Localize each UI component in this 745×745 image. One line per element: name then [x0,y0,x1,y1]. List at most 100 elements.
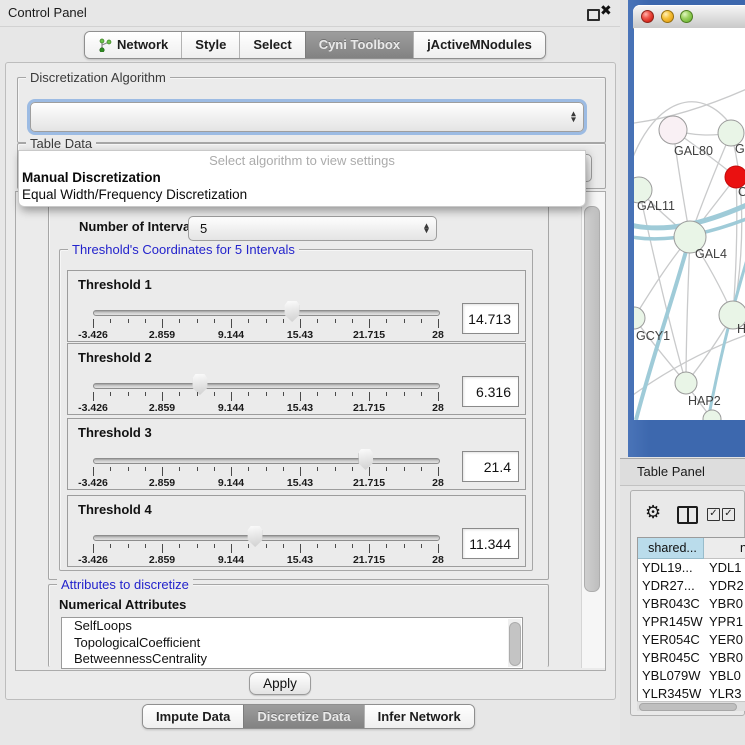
dropdown-option-manual-discretization[interactable]: Manual Discretization [19,169,585,186]
tick-label: 28 [432,402,444,414]
discretization-algorithm-group: Discretization Algorithm ▲▼ [17,77,606,143]
slider-track[interactable] [93,458,440,464]
settings-scroll-container: Interval Definition Number of Intervals … [15,191,606,671]
close-icon[interactable]: ✖ [600,3,612,19]
network-node-gal80[interactable] [659,116,687,144]
tick-label: 15.43 [287,554,313,566]
tick-label: 21.715 [353,477,385,489]
stepper-icon: ▲▼ [424,223,429,234]
tick-label: 21.715 [353,402,385,414]
thresholds-group: Threshold's Coordinates for 5 Intervals … [59,249,533,571]
tab-select[interactable]: Select [239,32,304,58]
table-row[interactable]: YDR27...YDR2 [638,577,745,595]
vertical-scrollbar[interactable] [581,192,605,668]
numerical-attributes-list[interactable]: SelfLoops TopologicalCoefficient Between… [61,617,523,669]
cyni-toolbox-panel: Discretization Algorithm ▲▼ Select algor… [5,62,616,700]
slider-ticks [93,319,438,329]
threshold-label: Threshold 2 [78,350,152,365]
traffic-light-minimize-icon[interactable] [661,10,674,23]
tab-impute-data[interactable]: Impute Data [143,705,243,728]
node-label: G [735,142,745,156]
network-node-gcy1[interactable] [634,307,645,329]
table-panel-window: ⚙ ✓ ✓ shared... n YDL19...YDL1 YDR27...Y… [630,490,745,716]
list-item[interactable]: BetweennessCentrality [62,651,522,668]
node-label: HAP2 [688,394,721,408]
table-row[interactable]: YDL19...YDL1 [638,559,745,577]
threshold-panel-2: Threshold 2 -3.426 2.859 9.144 15.43 [67,343,526,415]
network-icon [98,38,112,52]
tick-label: 28 [432,554,444,566]
tick-label: 2.859 [149,329,175,341]
tick-label: 15.43 [287,329,313,341]
table-row[interactable]: YPR145WYPR1 [638,613,745,631]
apply-button[interactable]: Apply [249,672,311,695]
threshold-slider[interactable]: -3.426 2.859 9.144 15.43 21.715 28 [93,455,438,487]
slider-ticks [93,544,438,554]
network-node-hap2[interactable] [675,372,697,394]
column-header-shared[interactable]: shared... [638,538,704,559]
threshold-panel-4: Threshold 4 -3.426 2.859 9.144 15.43 [67,495,526,567]
group-title: Threshold's Coordinates for 5 Intervals [68,242,299,257]
table-row[interactable]: YER054CYER0 [638,631,745,649]
slider-track[interactable] [93,310,440,316]
dropdown-option-equal-width-frequency[interactable]: Equal Width/Frequency Discretization [19,186,585,203]
tick-label: 21.715 [353,554,385,566]
checkbox-icon[interactable]: ✓ [722,508,735,521]
column-header-name[interactable]: n [704,538,745,559]
traffic-light-zoom-icon[interactable] [680,10,693,23]
tab-discretize-data[interactable]: Discretize Data [243,705,363,728]
network-canvas[interactable]: GAL80 G C GAL11 GAL4 GCY1 H HAP2 [634,28,745,420]
horizontal-scrollbar[interactable] [637,701,745,711]
tab-network[interactable]: Network [85,32,181,58]
scrollbar-thumb[interactable] [509,622,521,666]
list-scrollbar[interactable] [508,619,521,667]
algorithm-select[interactable]: ▲▼ [30,102,584,132]
list-item[interactable]: TopologicalCoefficient [62,635,522,652]
table-header-row: shared... n [638,538,745,559]
node-attribute-table[interactable]: shared... n YDL19...YDL1 YDR27...YDR2 YB… [637,537,745,707]
split-columns-icon[interactable] [677,506,698,524]
slider-track[interactable] [93,383,440,389]
table-row[interactable]: YBR043CYBR0 [638,595,745,613]
tick-label: 28 [432,329,444,341]
tick-label: 9.144 [218,329,244,341]
tick-label: 2.859 [149,477,175,489]
traffic-light-close-icon[interactable] [641,10,654,23]
control-panel: Control Panel ✖ Network Style Select Cyn… [0,0,620,745]
control-panel-titlebar: Control Panel ✖ [0,0,620,27]
threshold-value-field[interactable]: 21.4 [462,451,519,482]
tick-label: 9.144 [218,402,244,414]
threshold-slider[interactable]: -3.426 2.859 9.144 15.43 21.715 28 [93,532,438,564]
tab-style[interactable]: Style [181,32,239,58]
tick-label: 2.859 [149,402,175,414]
stepper-icon: ▲▼ [571,112,576,123]
checkbox-icon[interactable]: ✓ [707,508,720,521]
algorithm-dropdown-popup: Select algorithm to view settings Manual… [18,150,586,207]
threshold-label: Threshold 4 [78,502,152,517]
threshold-label: Threshold 1 [78,277,152,292]
threshold-value-field[interactable]: 6.316 [462,376,519,407]
scrollbar-thumb[interactable] [639,703,737,711]
tab-jactivemnodules[interactable]: jActiveMNodules [413,32,545,58]
list-item[interactable]: SelfLoops [62,618,522,635]
table-row[interactable]: YBR045CYBR0 [638,649,745,667]
tick-label: 15.43 [287,402,313,414]
threshold-slider[interactable]: -3.426 2.859 9.144 15.43 21.715 28 [93,380,438,412]
tab-cyni-toolbox[interactable]: Cyni Toolbox [305,32,413,58]
network-window-titlebar[interactable] [633,5,745,29]
threshold-value-field[interactable]: 11.344 [462,528,519,559]
node-label: GCY1 [636,329,670,343]
table-row[interactable]: YBL079WYBL0 [638,667,745,685]
gear-icon[interactable]: ⚙ [645,502,661,523]
slider-track[interactable] [93,535,440,541]
number-of-intervals-label: Number of Intervals [79,219,201,234]
threshold-slider[interactable]: -3.426 2.859 9.144 15.43 21.715 28 [93,307,438,339]
tick-label: 21.715 [353,329,385,341]
scrollbar-thumb[interactable] [584,206,600,592]
number-of-intervals-select[interactable]: 5 ▲▼ [188,216,437,241]
tab-infer-network[interactable]: Infer Network [364,705,474,728]
float-window-icon[interactable] [587,9,600,21]
numerical-attributes-label: Numerical Attributes [59,597,186,612]
threshold-value-field[interactable]: 14.713 [462,303,519,334]
network-view-window[interactable]: GAL80 G C GAL11 GAL4 GCY1 H HAP2 [633,5,745,420]
